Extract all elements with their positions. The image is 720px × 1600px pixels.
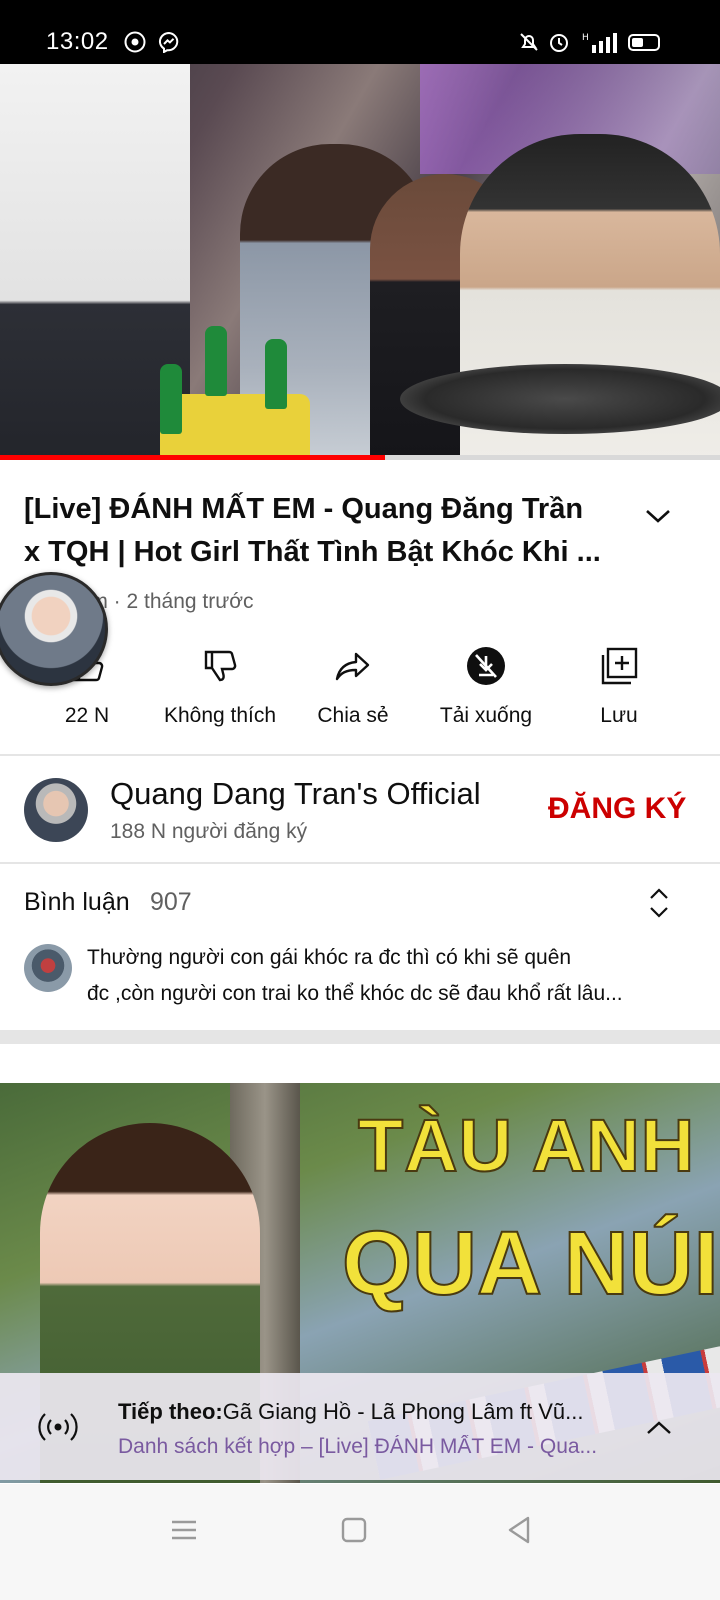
up-next-video-title: Gã Giang Hồ - Lã Phong Lâm ft Vũ... — [222, 1399, 584, 1424]
download-label: Tải xuống — [439, 704, 533, 727]
video-title[interactable]: [Live] ĐÁNH MẤT EM - Quang Đăng Trần x T… — [24, 488, 634, 574]
status-time: 13:02 — [46, 28, 109, 55]
share-icon — [335, 652, 370, 681]
channel-name[interactable]: Quang Dang Tran's Official — [110, 776, 481, 812]
like-count: 22 N — [64, 704, 110, 727]
save-playlist-icon — [601, 647, 638, 685]
download-button[interactable]: Tải xuống — [416, 640, 556, 728]
dislike-button[interactable]: Không thích — [150, 640, 290, 728]
channel-avatar[interactable] — [24, 778, 88, 842]
battery-icon — [628, 34, 660, 51]
up-next-playlist: Danh sách kết hợp – [Live] ĐÁNH MẤT EM -… — [118, 1435, 598, 1458]
action-row: 22 N Không thích Chia sẻ Tải xuống Lưu — [0, 640, 720, 740]
video-progress-bar[interactable] — [0, 455, 720, 460]
save-label: Lưu — [600, 704, 638, 727]
top-comment-line-2: đc ,còn người con trai ko thể khóc dc sẽ… — [87, 982, 623, 1005]
share-label: Chia sẻ — [317, 704, 389, 727]
signal-icon: H — [582, 33, 617, 53]
divider — [0, 754, 720, 756]
subscribe-button[interactable]: ĐĂNG KÝ — [548, 792, 686, 826]
home-square-icon[interactable] — [334, 1510, 374, 1550]
mix-radio-icon — [38, 1413, 78, 1441]
save-button[interactable]: Lưu — [549, 640, 689, 728]
mute-icon — [520, 33, 538, 51]
system-nav-bar — [0, 1484, 720, 1600]
chevron-up-icon[interactable] — [644, 1413, 674, 1443]
up-next-title: Tiếp theo:Gã Giang Hồ - Lã Phong Lâm ft … — [118, 1399, 608, 1425]
commenter-avatar — [24, 944, 72, 992]
section-divider — [0, 1030, 720, 1044]
comments-count: 907 — [150, 888, 192, 916]
dislike-label: Không thích — [163, 704, 277, 727]
thumbnail-text-line-1: TÀU ANH — [357, 1103, 696, 1188]
divider — [0, 862, 720, 864]
svg-text:H: H — [582, 33, 589, 43]
channel-subscriber-count: 188 N người đăng ký — [110, 820, 308, 843]
back-triangle-icon[interactable] — [500, 1510, 540, 1550]
messenger-icon — [158, 31, 179, 53]
chrome-icon — [124, 31, 146, 53]
share-button[interactable]: Chia sẻ — [283, 640, 423, 728]
download-icon — [467, 647, 505, 685]
comments-label: Bình luận — [24, 888, 130, 916]
top-comment-line-1: Thường người con gái khóc ra đc thì có k… — [87, 946, 572, 969]
top-comment: Thường người con gái khóc ra đc thì có k… — [87, 940, 687, 1012]
video-progress-fill — [0, 455, 386, 460]
video-title-line-2: x TQH | Hot Girl Thất Tình Bật Khóc Khi … — [24, 536, 601, 568]
chevron-down-icon[interactable] — [642, 500, 674, 532]
menu-icon[interactable] — [164, 1510, 204, 1550]
video-player[interactable] — [0, 64, 720, 458]
thumbs-down-icon — [204, 650, 237, 682]
thumbnail-text-line-2: QUA NÚI — [341, 1213, 720, 1315]
status-bar: 13:02 H — [0, 0, 720, 64]
expand-collapse-icon[interactable] — [646, 886, 672, 920]
video-title-line-1: [Live] ĐÁNH MẤT EM - Quang Đăng Trần — [24, 493, 584, 525]
up-next-bar[interactable]: Tiếp theo:Gã Giang Hồ - Lã Phong Lâm ft … — [0, 1373, 720, 1480]
alarm-icon — [550, 34, 568, 52]
up-next-prefix: Tiếp theo: — [118, 1399, 223, 1424]
